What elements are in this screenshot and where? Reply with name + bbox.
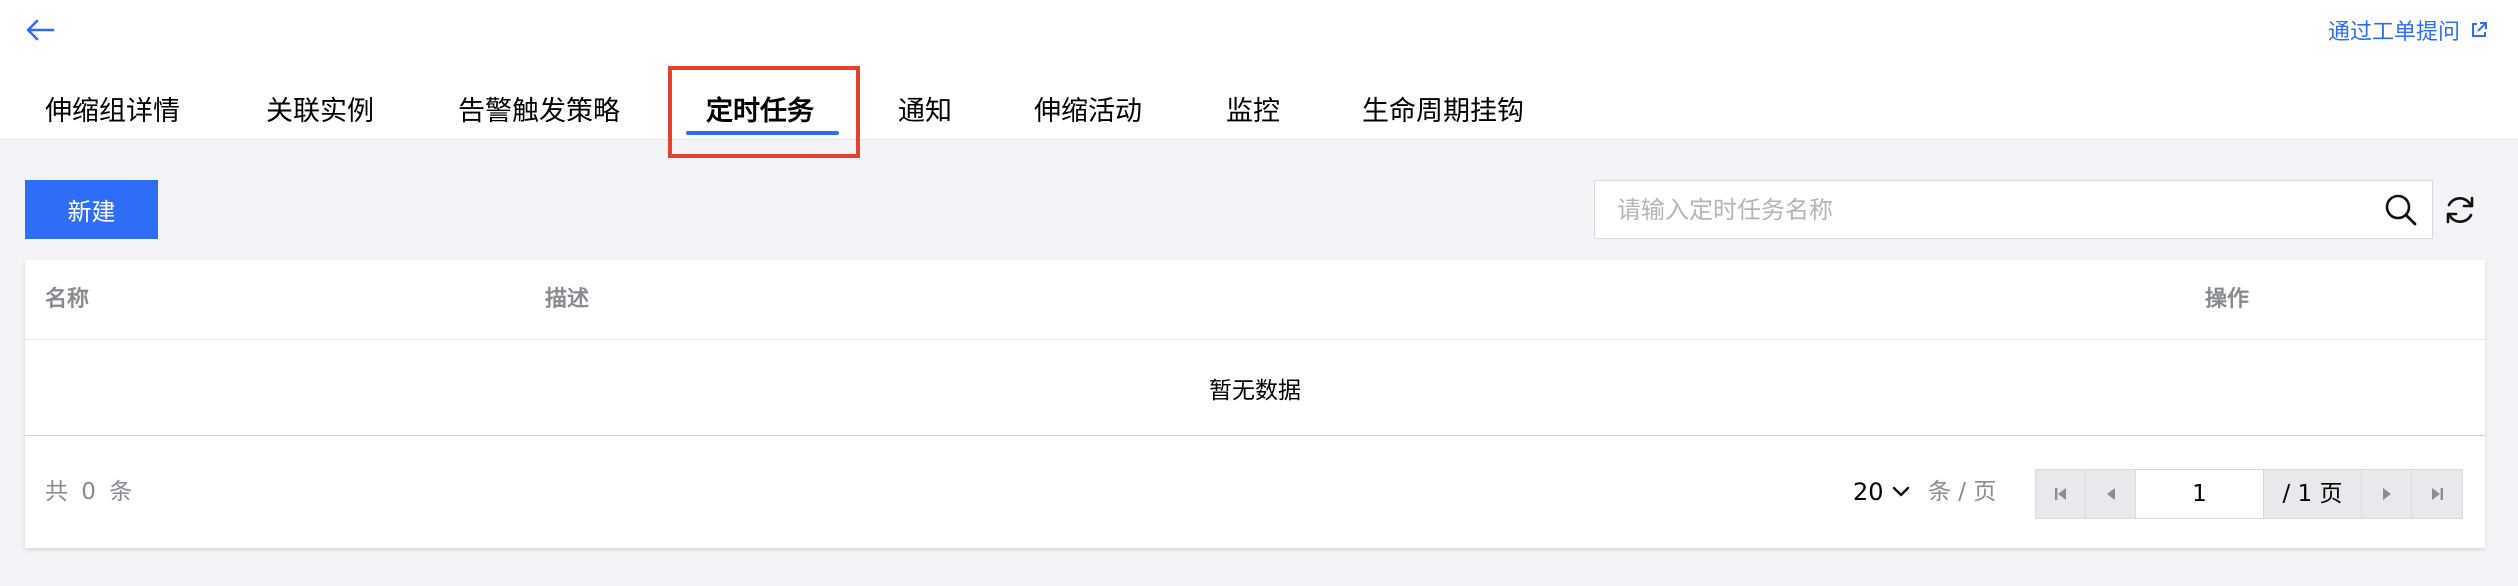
refresh-icon (2446, 196, 2474, 224)
tab-alarm-trigger-policy[interactable]: 告警触发策略 (458, 84, 620, 140)
search-icon[interactable] (2384, 193, 2418, 227)
tab-notifications[interactable]: 通知 (898, 84, 952, 140)
search-input[interactable] (1595, 181, 2365, 238)
arrow-left-icon (26, 19, 55, 41)
first-page-button[interactable] (2036, 470, 2086, 518)
refresh-button[interactable] (2440, 190, 2480, 230)
next-page-button[interactable] (2362, 470, 2412, 518)
first-page-icon (2054, 488, 2066, 500)
submit-ticket-label: 通过工单提问 (2327, 20, 2460, 45)
tab-lifecycle-hooks[interactable]: 生命周期挂钩 (1362, 84, 1524, 140)
empty-state-row: 暂无数据 (25, 340, 2485, 436)
last-page-button[interactable] (2412, 470, 2462, 518)
page-number-input[interactable] (2136, 470, 2264, 518)
back-button[interactable] (22, 14, 58, 46)
scheduled-tasks-table: 名称 描述 操作 暂无数据 共 0 条 20 条 / 页 1 / 1 页 (25, 260, 2485, 548)
column-header-name: 名称 (45, 287, 90, 312)
column-header-actions: 操作 (2205, 287, 2250, 312)
page-size-value: 20 (1853, 478, 1884, 506)
total-count: 共 0 条 (45, 479, 133, 505)
next-page-icon (2382, 488, 2391, 500)
tab-scaling-activities[interactable]: 伸缩活动 (1034, 84, 1142, 140)
tab-associated-instances[interactable]: 关联实例 (266, 84, 374, 140)
prev-page-icon (2106, 488, 2115, 500)
new-button[interactable]: 新建 (25, 180, 158, 239)
submit-ticket-link[interactable]: 通过工单提问 (2328, 14, 2488, 46)
empty-state-text: 暂无数据 (1209, 377, 1301, 404)
prev-page-button[interactable] (2086, 470, 2136, 518)
table-footer: 共 0 条 20 条 / 页 / 1 页 (25, 436, 2485, 548)
highlight-annotation-box (668, 66, 860, 158)
tab-bar: 伸缩组详情 关联实例 告警触发策略 定时任务 通知 伸缩活动 监控 生命周期挂钩 (0, 84, 2518, 140)
external-link-icon (2472, 22, 2487, 37)
table-header: 名称 描述 操作 (25, 260, 2485, 340)
page-size-select[interactable]: 20 (1853, 473, 1910, 511)
pagination-controls: / 1 页 (2035, 469, 2463, 519)
tab-scaling-group-details[interactable]: 伸缩组详情 (45, 84, 180, 140)
search-box (1594, 180, 2433, 239)
total-pages: / 1 页 (2264, 470, 2362, 518)
chevron-down-icon (1892, 486, 1909, 497)
column-header-description: 描述 (545, 287, 590, 312)
tab-monitoring[interactable]: 监控 (1226, 84, 1280, 140)
last-page-icon (2432, 488, 2443, 500)
per-page-label: 条 / 页 (1928, 479, 1997, 505)
top-bar: 通过工单提问 伸缩组详情 关联实例 告警触发策略 定时任务 通知 伸缩活动 监控… (0, 0, 2518, 140)
